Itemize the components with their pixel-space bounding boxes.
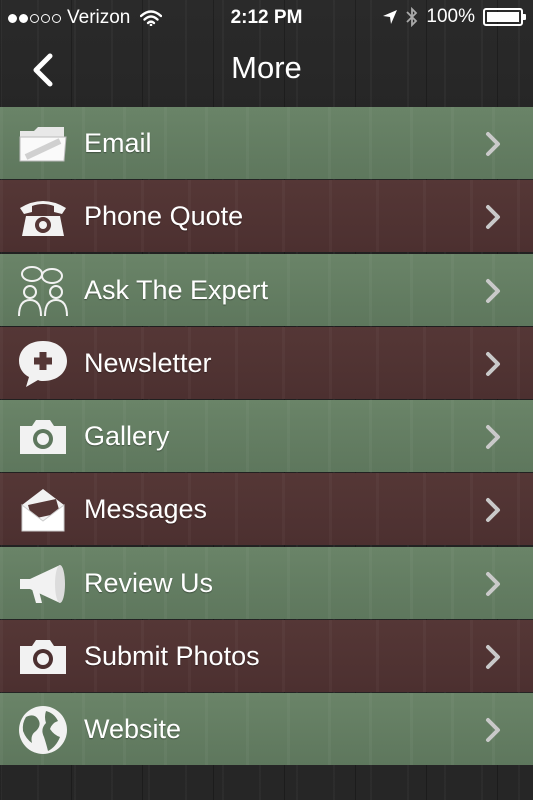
telephone-icon [20, 201, 66, 237]
battery-icon [483, 8, 526, 26]
people-chat-icon [18, 265, 68, 316]
menu-item-website[interactable]: Website [0, 693, 533, 766]
menu-item-newsletter[interactable]: Newsletter [0, 326, 533, 399]
camera-icon [20, 640, 66, 675]
navigation-bar: More [0, 36, 533, 106]
menu-item-gallery[interactable]: Gallery [0, 400, 533, 473]
chevron-right-icon [486, 718, 500, 743]
menu-item-label: Website [84, 714, 182, 745]
envelope-open-icon [21, 489, 65, 532]
status-right: 100% [382, 6, 526, 28]
menu-item-label: Gallery [84, 421, 170, 452]
menu-item-label: Messages [84, 494, 208, 525]
chevron-right-icon [486, 205, 500, 230]
chevron-right-icon [486, 571, 500, 596]
menu-list: Email Phone Quote Ask The Expert Newslet… [0, 107, 533, 767]
folder-icon [19, 127, 67, 162]
menu-item-label: Submit Photos [84, 641, 260, 672]
menu-item-review-us[interactable]: Review Us [0, 546, 533, 619]
camera-icon [20, 420, 66, 455]
menu-item-label: Review Us [84, 567, 214, 598]
menu-item-ask-the-expert[interactable]: Ask The Expert [0, 253, 533, 326]
chevron-right-icon [486, 645, 500, 670]
globe-icon [19, 706, 67, 755]
chevron-right-icon [486, 498, 500, 523]
location-arrow-icon [383, 10, 398, 24]
menu-item-label: Email [84, 128, 152, 158]
menu-item-label: Newsletter [84, 347, 212, 378]
menu-item-label: Ask The Expert [84, 274, 269, 305]
battery-percent: 100% [426, 6, 475, 27]
page-title: More [231, 50, 302, 85]
menu-item-messages[interactable]: Messages [0, 473, 533, 546]
megaphone-icon [20, 564, 65, 603]
menu-item-email[interactable]: Email [0, 107, 533, 179]
speech-bubble-plus-icon [19, 340, 67, 387]
bluetooth-icon [406, 7, 418, 27]
menu-item-label: Phone Quote [84, 201, 244, 232]
chevron-right-icon [486, 278, 500, 303]
chevron-right-icon [486, 132, 500, 156]
menu-item-submit-photos[interactable]: Submit Photos [0, 620, 533, 693]
menu-item-phone-quote[interactable]: Phone Quote [0, 180, 533, 253]
chevron-right-icon [486, 351, 500, 376]
chevron-right-icon [486, 425, 500, 450]
status-bar: Verizon 2:12 PM 100% [0, 0, 533, 36]
